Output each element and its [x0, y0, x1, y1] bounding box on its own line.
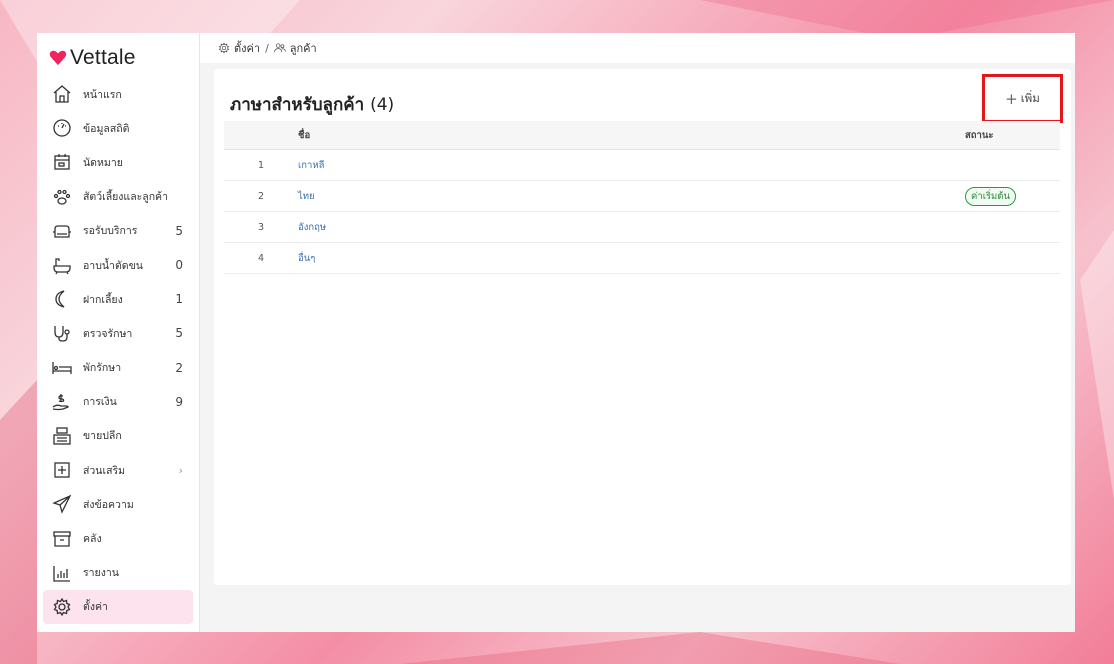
- sidebar-item-label: หน้าแรก: [83, 88, 122, 101]
- bed-icon: [51, 357, 73, 379]
- default-status-badge: ค่าเริ่มต้น: [965, 186, 1016, 206]
- row-name-link[interactable]: เกาหลี: [298, 158, 965, 173]
- logo[interactable]: Vettale: [37, 45, 199, 71]
- logo-text: Vettale: [70, 46, 136, 69]
- sidebar-item-finance[interactable]: การเงิน 9: [37, 385, 199, 419]
- column-header-status: สถานะ: [965, 129, 994, 141]
- sidebar-item-statistics[interactable]: ข้อมูลสถิติ: [37, 111, 199, 145]
- page-title: ภาษาสำหรับลูกค้า (4): [230, 91, 394, 118]
- send-icon: [51, 493, 73, 515]
- sidebar-item-label: สัตว์เลี้ยงและลูกค้า: [83, 191, 168, 204]
- sidebar-item-boarding[interactable]: ฝากเลี้ยง 1: [37, 282, 199, 316]
- sidebar-item-count: 5: [175, 326, 183, 341]
- languages-table: ชื่อ สถานะ 1 เกาหลี 2 ไทย ค่าเริ่มต้น 3 …: [224, 121, 1060, 274]
- page-title-count: (4): [370, 95, 395, 115]
- sidebar-item-hospitalization[interactable]: พักรักษา 2: [37, 351, 199, 385]
- table-row[interactable]: 1 เกาหลี: [224, 150, 1060, 181]
- row-name-link[interactable]: ไทย: [298, 189, 965, 204]
- sidebar-item-inventory[interactable]: คลัง: [37, 521, 199, 555]
- archive-icon: [51, 528, 73, 550]
- row-index: 1: [257, 159, 265, 171]
- sidebar-item-label: นัดหมาย: [83, 156, 123, 169]
- sofa-icon: [51, 220, 73, 242]
- sidebar: Vettale หน้าแรก ข้อมูลสถิติ นัดหมาย สัตว…: [37, 33, 200, 632]
- sidebar-item-label: ข้อมูลสถิติ: [83, 122, 130, 135]
- sidebar-item-label: การเงิน: [83, 396, 117, 409]
- column-header-name: ชื่อ: [298, 129, 311, 141]
- row-name-link[interactable]: อื่นๆ: [298, 251, 965, 266]
- people-icon: [274, 43, 286, 53]
- sidebar-item-label: ส่วนเสริม: [83, 464, 126, 477]
- sidebar-item-addons[interactable]: ส่วนเสริม ›: [37, 453, 199, 487]
- main-content: ตั้งค่า / ลูกค้า ภาษาสำหรับลูกค้า (4) + …: [200, 33, 1075, 632]
- sidebar-item-reports[interactable]: รายงาน: [37, 556, 199, 590]
- add-button-label: เพิ่ม: [1020, 90, 1040, 105]
- sidebar-item-home[interactable]: หน้าแรก: [37, 77, 199, 111]
- sidebar-item-label: ฝากเลี้ยง: [83, 293, 123, 306]
- sidebar-item-settings[interactable]: ตั้งค่า: [43, 589, 193, 624]
- bar-chart-icon: [51, 562, 73, 584]
- sidebar-item-label: ตั้งค่า: [83, 601, 108, 614]
- add-button[interactable]: + เพิ่ม: [982, 74, 1063, 123]
- row-name-link[interactable]: อังกฤษ: [298, 220, 965, 235]
- row-index: 2: [257, 190, 265, 202]
- heart-logo-icon: [49, 50, 67, 66]
- sidebar-item-label: พักรักษา: [83, 362, 122, 375]
- sidebar-item-count: 9: [175, 394, 183, 409]
- table-row[interactable]: 2 ไทย ค่าเริ่มต้น: [224, 181, 1060, 212]
- sidebar-item-label: ตรวจรักษา: [83, 327, 133, 340]
- table-row[interactable]: 4 อื่นๆ: [224, 243, 1060, 274]
- plus-box-icon: [51, 459, 73, 481]
- chevron-right-icon: ›: [178, 463, 183, 477]
- sidebar-item-count: 2: [175, 360, 183, 375]
- gear-icon: [51, 596, 73, 618]
- plus-icon: +: [1005, 89, 1018, 108]
- sidebar-item-grooming[interactable]: อาบน้ำตัดขน 0: [37, 248, 199, 282]
- table-row[interactable]: 3 อังกฤษ: [224, 212, 1060, 243]
- dashboard-icon: [51, 117, 73, 139]
- stethoscope-icon: [51, 322, 73, 344]
- sidebar-item-waiting[interactable]: รอรับบริการ 5: [37, 214, 199, 248]
- app-window: Vettale หน้าแรก ข้อมูลสถิติ นัดหมาย สัตว…: [37, 33, 1075, 632]
- page-title-text: ภาษาสำหรับลูกค้า: [230, 95, 365, 115]
- bathtub-icon: [51, 254, 73, 276]
- paw-icon: [51, 186, 73, 208]
- sidebar-item-appointments[interactable]: นัดหมาย: [37, 145, 199, 179]
- sidebar-item-label: อาบน้ำตัดขน: [83, 259, 143, 272]
- sidebar-item-messages[interactable]: ส่งข้อความ: [37, 487, 199, 521]
- sidebar-item-label: คลัง: [83, 533, 102, 546]
- breadcrumb: ตั้งค่า / ลูกค้า: [200, 33, 1075, 63]
- sidebar-item-label: ขายปลีก: [83, 430, 122, 443]
- gear-icon: [218, 42, 230, 54]
- breadcrumb-settings[interactable]: ตั้งค่า: [234, 39, 260, 57]
- sidebar-item-treatment[interactable]: ตรวจรักษา 5: [37, 316, 199, 350]
- sidebar-item-count: 5: [175, 223, 183, 238]
- sidebar-item-count: 0: [175, 258, 183, 273]
- table-header: ชื่อ สถานะ: [224, 121, 1060, 150]
- money-hand-icon: [51, 391, 73, 413]
- sidebar-item-count: 1: [175, 292, 183, 307]
- sidebar-item-pets-customers[interactable]: สัตว์เลี้ยงและลูกค้า: [37, 180, 199, 214]
- languages-card: ภาษาสำหรับลูกค้า (4) + เพิ่ม ชื่อ สถานะ …: [214, 69, 1071, 585]
- breadcrumb-customers[interactable]: ลูกค้า: [290, 39, 317, 57]
- sidebar-item-label: ส่งข้อความ: [83, 498, 134, 511]
- row-index: 4: [257, 252, 265, 264]
- sidebar-item-retail[interactable]: ขายปลีก: [37, 419, 199, 453]
- row-index: 3: [257, 221, 265, 233]
- calendar-icon: [51, 151, 73, 173]
- sidebar-item-label: รอรับบริการ: [83, 225, 138, 238]
- home-icon: [51, 83, 73, 105]
- cash-register-icon: [51, 425, 73, 447]
- sidebar-item-label: รายงาน: [83, 567, 119, 580]
- moon-icon: [51, 288, 73, 310]
- breadcrumb-separator: /: [265, 41, 269, 55]
- row-status: ค่าเริ่มต้น: [965, 186, 1060, 206]
